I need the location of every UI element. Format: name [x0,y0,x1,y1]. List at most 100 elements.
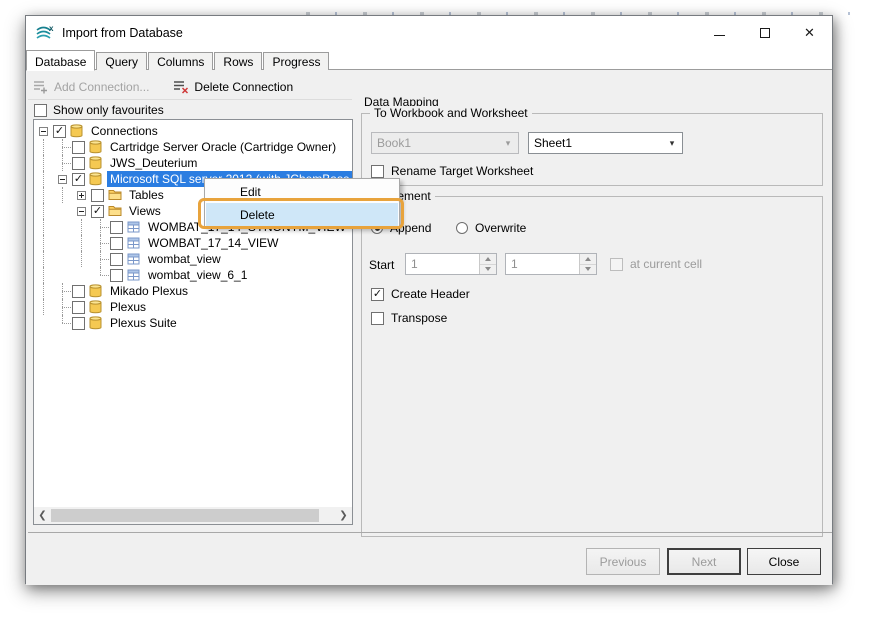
spin-down-icon [480,265,496,275]
tree-connector [91,235,110,251]
add-connection-label: Add Connection... [54,80,149,94]
tree-row[interactable]: Cartridge Server Oracle (Cartridge Owner… [34,139,352,155]
tab-progress[interactable]: Progress [263,52,329,70]
tree-node-checkbox[interactable] [72,301,85,314]
transpose-checkbox[interactable] [371,312,384,325]
tree-node-label[interactable]: wombat_view_6_1 [145,267,250,283]
tree-connector [53,155,72,171]
minimize-button[interactable] [697,16,742,49]
tree-node-checkbox[interactable] [91,205,104,218]
tree-indent-guide [34,187,53,203]
tree-node-label[interactable]: wombat_view [145,251,224,267]
tree-node-checkbox[interactable] [72,317,85,330]
tree-node-label[interactable]: Views [126,203,164,219]
tab-strip: Database Query Columns Rows Progress [26,49,832,70]
tree-indent-guide [34,251,53,267]
tree-node-checkbox[interactable] [110,237,123,250]
tree-row[interactable]: JWS_Deuterium [34,155,352,171]
context-menu-item-edit[interactable]: Edit [206,180,398,203]
worksheet-value: Sheet1 [529,136,662,150]
add-connection-icon [33,80,49,94]
tab-rows[interactable]: Rows [214,52,262,70]
spin-up-icon [480,254,496,265]
tree-row[interactable]: Plexus [34,299,352,315]
at-current-cell-checkbox [610,258,623,271]
tab-query[interactable]: Query [96,52,147,70]
tree-row[interactable]: Connections [34,123,352,139]
tree-indent-guide [34,267,53,283]
tree-node-checkbox[interactable] [53,125,66,138]
tree-node-label[interactable]: Connections [88,123,161,139]
tree-connector [91,267,110,283]
tree-node-label[interactable]: Tables [126,187,167,203]
tree-row[interactable]: wombat_view_6_1 [34,267,352,283]
database-icon [89,300,102,314]
context-menu-item-delete[interactable]: Delete [206,203,398,226]
tree-row[interactable]: WOMBAT_17_14_VIEW [34,235,352,251]
scroll-right-icon[interactable]: ❯ [335,507,352,524]
tree-indent-guide [34,315,53,331]
rename-target-worksheet-checkbox[interactable] [371,165,384,178]
tree-horizontal-scrollbar[interactable]: ❮ ❯ [34,507,352,524]
titlebar: x Import from Database ✕ [26,16,832,49]
tree-indent-guide [34,299,53,315]
maximize-button[interactable] [742,16,787,49]
table-view-icon [127,237,140,249]
table-view-icon [127,269,140,281]
tab-database[interactable]: Database [26,50,95,71]
expand-icon[interactable] [72,187,91,203]
tree-node-label[interactable]: Plexus Suite [107,315,180,331]
tree-node-label[interactable]: WOMBAT_17_14_VIEW [145,235,282,251]
tree-node-checkbox[interactable] [110,269,123,282]
collapse-icon[interactable] [34,123,53,139]
delete-connection-label: Delete Connection [194,80,293,94]
placement-group: Placement Append Overwrite Start 1 1 [361,196,823,537]
maximize-icon [760,28,770,38]
tree-indent-guide [34,235,53,251]
tree-node-label[interactable]: Mikado Plexus [107,283,191,299]
scroll-left-icon[interactable]: ❮ [34,507,51,524]
next-button[interactable]: Next [667,548,741,575]
tree-row[interactable]: Mikado Plexus [34,283,352,299]
tree-indent-guide [53,251,72,267]
worksheet-select[interactable]: Sheet1 ▾ [528,132,683,154]
tree-node-checkbox[interactable] [110,253,123,266]
tree-node-checkbox[interactable] [72,285,85,298]
tree-connector [53,283,72,299]
tree-node-checkbox[interactable] [72,173,85,186]
start-row-value: 1 [506,254,579,274]
tree-node-checkbox[interactable] [110,221,123,234]
spin-down-icon [580,265,596,275]
at-current-cell-label: at current cell [630,257,702,271]
table-view-icon [127,221,140,233]
database-icon [70,124,83,138]
toolbar-separator [28,99,352,100]
previous-button[interactable]: Previous [586,548,660,575]
tree-row[interactable]: wombat_view [34,251,352,267]
collapse-icon[interactable] [53,171,72,187]
tree-node-checkbox[interactable] [91,189,104,202]
folder-icon [108,205,122,217]
workbook-group-title: To Workbook and Worksheet [370,106,532,120]
tree-node-label[interactable]: Plexus [107,299,149,315]
scrollbar-thumb[interactable] [51,509,319,522]
add-connection-button[interactable]: Add Connection... [33,80,149,94]
tree-node-label[interactable]: JWS_Deuterium [107,155,200,171]
tree-node-checkbox[interactable] [72,141,85,154]
tree-indent-guide [34,171,53,187]
tree-connector [53,315,72,331]
tree-node-checkbox[interactable] [72,157,85,170]
tree-indent-guide [34,155,53,171]
tree-row[interactable]: Plexus Suite [34,315,352,331]
overwrite-label: Overwrite [475,221,526,235]
create-header-checkbox[interactable] [371,288,384,301]
tree-node-label[interactable]: Cartridge Server Oracle (Cartridge Owner… [107,139,339,155]
show-only-favourites-checkbox[interactable] [34,104,47,117]
tab-columns[interactable]: Columns [148,52,213,70]
close-button[interactable]: ✕ [787,16,832,49]
collapse-icon[interactable] [72,203,91,219]
overwrite-radio[interactable] [456,222,468,234]
folder-icon [108,189,122,201]
close-dialog-button[interactable]: Close [747,548,821,575]
delete-connection-button[interactable]: Delete Connection [173,80,293,94]
